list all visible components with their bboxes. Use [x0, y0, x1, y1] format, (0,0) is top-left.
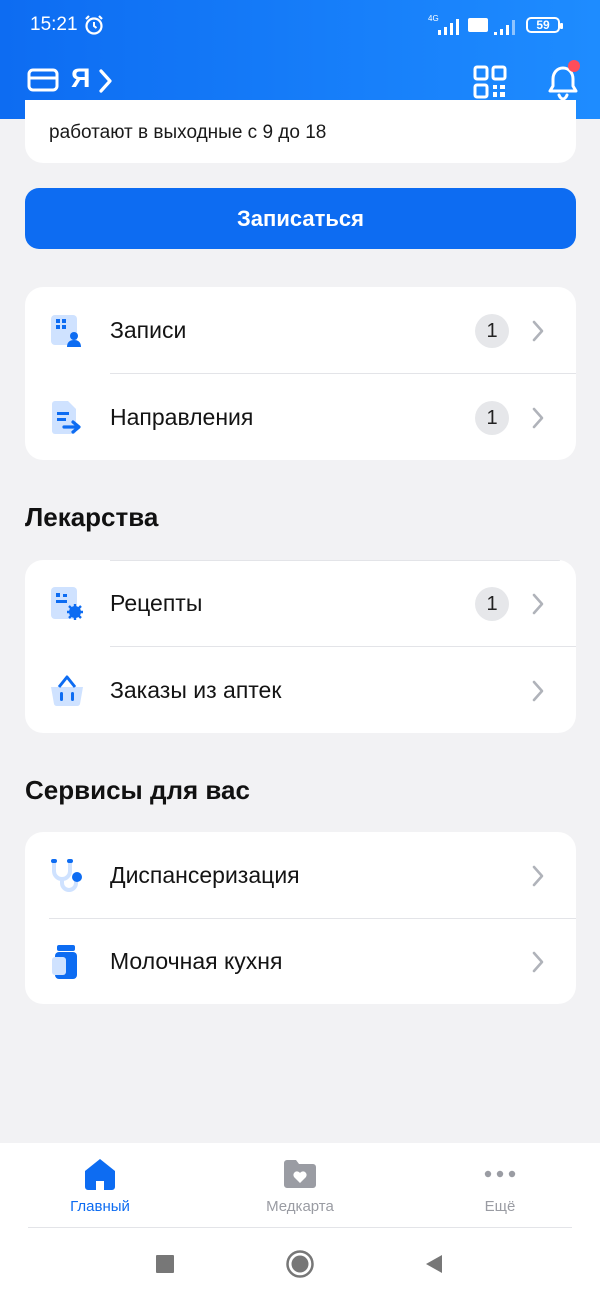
battery-level: 59: [536, 18, 550, 32]
list-item-label: Диспансеризация: [110, 862, 300, 888]
chevron-right-icon: [532, 593, 544, 615]
count-badge: 1: [475, 401, 509, 435]
list-item-prescriptions[interactable]: Рецепты 1: [25, 560, 576, 646]
clinic-info-card: работают в выходные с 9 до 18: [25, 100, 576, 163]
stethoscope-icon: [51, 859, 82, 892]
appointments-card: Записи 1 Направления 1: [25, 287, 576, 460]
signal-icon-2: [494, 20, 515, 35]
alarm-icon: [85, 15, 103, 35]
clinic-hours-text: работают в выходные с 9 до 18: [49, 122, 327, 143]
list-item-appointments[interactable]: Записи 1: [25, 287, 576, 373]
list-item-label: Рецепты: [110, 590, 203, 616]
recent-apps-icon[interactable]: [155, 1254, 175, 1274]
tab-label: Главный: [70, 1198, 130, 1215]
services-card: Диспансеризация Молочная кухня: [25, 832, 576, 1004]
medicines-card: Рецепты 1 Заказы из аптек: [25, 560, 576, 733]
divider: [28, 1227, 572, 1228]
home-icon: [85, 1159, 115, 1190]
list-item-label: Записи: [110, 317, 187, 343]
chevron-right-icon: [532, 407, 544, 429]
volte-icon: [468, 18, 488, 32]
chevron-right-icon: [532, 680, 544, 702]
tab-more[interactable]: Ещё: [400, 1143, 600, 1229]
chevron-right-icon[interactable]: [98, 68, 114, 94]
profile-name[interactable]: Я: [71, 63, 90, 94]
more-icon: [484, 1170, 516, 1178]
pharmacy-basket-icon: [51, 675, 83, 707]
count-badge: 1: [475, 587, 509, 621]
bottom-tab-bar: Главный Медкарта Ещё: [0, 1143, 600, 1229]
system-navigation-bar: [0, 1229, 600, 1299]
chevron-right-icon: [532, 865, 544, 887]
chevron-right-icon: [532, 951, 544, 973]
milk-icon: [52, 945, 77, 979]
battery-icon: 59: [526, 17, 563, 33]
tab-label: Ещё: [484, 1198, 516, 1215]
count-badge: 1: [475, 314, 509, 348]
bell-icon[interactable]: [545, 60, 585, 102]
tab-medcard[interactable]: Медкарта: [200, 1143, 400, 1229]
list-item-label: Молочная кухня: [110, 948, 283, 974]
status-time: 15:21: [30, 14, 78, 35]
list-item-dispensary[interactable]: Диспансеризация: [25, 832, 576, 918]
list-item-milk-kitchen[interactable]: Молочная кухня: [25, 918, 576, 1004]
list-item-label: Заказы из аптек: [110, 677, 282, 703]
section-title-services: Сервисы для вас: [25, 775, 250, 805]
referrals-icon: [52, 401, 81, 434]
tab-label: Медкарта: [266, 1198, 334, 1215]
list-item-pharmacy-orders[interactable]: Заказы из аптек: [25, 647, 576, 733]
qr-code-icon[interactable]: [472, 64, 508, 100]
section-title-medicines: Лекарства: [25, 502, 159, 532]
list-item-referrals[interactable]: Направления 1: [25, 374, 576, 460]
appointments-icon: [51, 315, 81, 347]
tab-home[interactable]: Главный: [0, 1143, 200, 1229]
medcard-icon: [284, 1160, 316, 1188]
back-icon[interactable]: [424, 1253, 444, 1275]
chevron-right-icon: [532, 320, 544, 342]
list-item-label: Направления: [110, 404, 254, 430]
book-appointment-button[interactable]: Записаться: [25, 188, 576, 249]
home-button-icon[interactable]: [285, 1249, 315, 1279]
prescription-icon: [51, 587, 83, 620]
signal-icon: [438, 19, 459, 35]
notification-dot: [568, 60, 580, 72]
card-icon[interactable]: [27, 66, 59, 94]
